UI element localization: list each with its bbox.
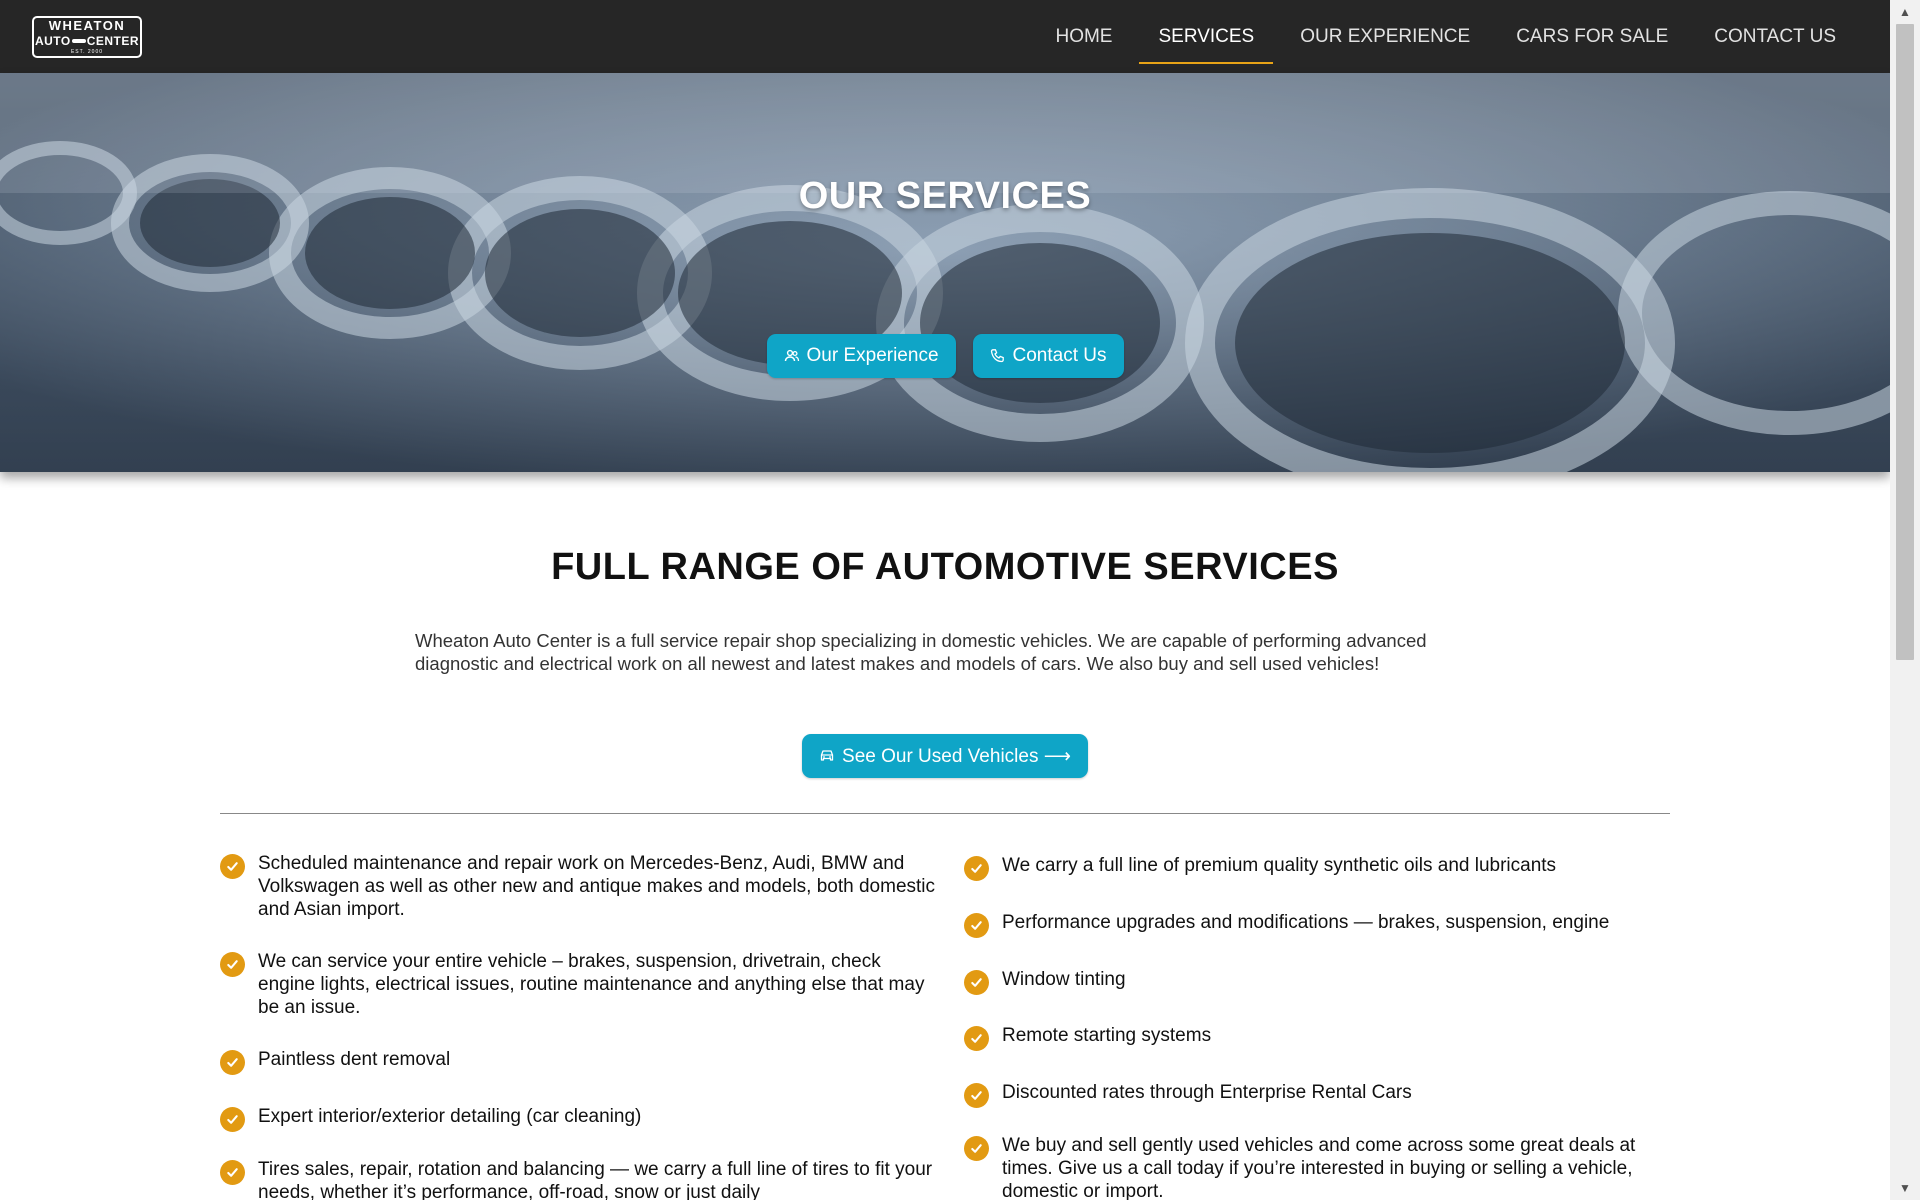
nav-item-our-experience[interactable]: OUR EXPERIENCE	[1281, 0, 1489, 73]
our-experience-button[interactable]: Our Experience	[766, 334, 956, 378]
contact-us-button[interactable]: Contact Us	[972, 334, 1124, 378]
logo-word-auto: AUTO	[34, 33, 71, 48]
service-text: Window tinting	[1002, 969, 1126, 990]
service-text: Scheduled maintenance and repair work on…	[258, 853, 936, 920]
list-item: Performance upgrades and modifications —…	[964, 911, 1684, 938]
list-item: We can service your entire vehicle – bra…	[220, 950, 940, 1019]
cta-wrap: See Our Used Vehicles ⟶	[0, 734, 1890, 778]
logo-line-3: EST. 2000	[70, 48, 104, 55]
main-nav: HOME SERVICES OUR EXPERIENCE CARS FOR SA…	[1028, 0, 1855, 73]
service-text: We can service your entire vehicle – bra…	[258, 951, 925, 1018]
intro-paragraph: Wheaton Auto Center is a full service re…	[415, 630, 1427, 674]
sockets-background-image	[0, 73, 1890, 472]
hero-title: OUR SERVICES	[798, 175, 1092, 217]
phone-icon	[990, 349, 1004, 363]
our-experience-button-label: Our Experience	[806, 345, 939, 366]
see-used-vehicles-button[interactable]: See Our Used Vehicles ⟶	[802, 734, 1088, 778]
page-scrollbar[interactable]: ▲ ▼	[1890, 0, 1920, 1200]
site-header: WHEATON AUTO CENTER EST. 2000 HOME SERVI…	[0, 0, 1890, 73]
people-icon	[784, 349, 799, 362]
wrench-icon	[71, 38, 86, 43]
see-used-vehicles-label: See Our Used Vehicles ⟶	[842, 745, 1071, 767]
logo-word-center: CENTER	[86, 33, 140, 48]
check-circle-icon	[964, 913, 989, 938]
check-circle-icon	[220, 952, 245, 977]
service-text: Performance upgrades and modifications —…	[1002, 912, 1610, 933]
nav-item-cars-for-sale[interactable]: CARS FOR SALE	[1497, 0, 1687, 73]
logo-line-2: AUTO CENTER	[35, 35, 139, 47]
nav-item-services[interactable]: SERVICES	[1139, 0, 1273, 73]
nav-item-home[interactable]: HOME	[1036, 0, 1131, 73]
check-circle-icon	[964, 970, 989, 995]
hero-buttons: Our Experience Contact Us	[0, 334, 1890, 378]
service-text: Remote starting systems	[1002, 1025, 1212, 1046]
check-circle-icon	[220, 854, 245, 879]
section-title: FULL RANGE OF AUTOMOTIVE SERVICES	[551, 546, 1339, 588]
service-text: We buy and sell gently used vehicles and…	[1002, 1135, 1636, 1200]
service-text: Expert interior/exterior detailing (car …	[258, 1106, 642, 1127]
hero-banner: OUR SERVICES Our Experience Contact Us	[0, 73, 1890, 472]
service-text: We carry a full line of premium quality …	[1002, 855, 1557, 876]
check-circle-icon	[220, 1050, 245, 1075]
site-logo[interactable]: WHEATON AUTO CENTER EST. 2000	[32, 15, 142, 58]
scroll-down-arrow-icon[interactable]: ▼	[1890, 1176, 1920, 1200]
check-circle-icon	[964, 1083, 989, 1108]
check-circle-icon	[220, 1160, 245, 1185]
list-item: Scheduled maintenance and repair work on…	[220, 852, 940, 921]
service-text: Tires sales, repair, rotation and balanc…	[258, 1159, 933, 1200]
list-item: Paintless dent removal	[220, 1048, 940, 1075]
list-item: Expert interior/exterior detailing (car …	[220, 1105, 940, 1132]
list-item: We carry a full line of premium quality …	[964, 854, 1684, 881]
check-circle-icon	[964, 1136, 989, 1161]
logo-line-1: WHEATON	[48, 17, 126, 33]
service-text: Paintless dent removal	[258, 1049, 451, 1070]
service-text: Discounted rates through Enterprise Rent…	[1002, 1082, 1412, 1103]
list-item: Tires sales, repair, rotation and balanc…	[220, 1158, 940, 1200]
contact-us-button-label: Contact Us	[1012, 345, 1107, 366]
list-item: Remote starting systems	[964, 1024, 1684, 1051]
section-divider	[220, 813, 1670, 814]
check-circle-icon	[964, 1026, 989, 1051]
list-item: We buy and sell gently used vehicles and…	[964, 1134, 1684, 1200]
check-circle-icon	[964, 856, 989, 881]
list-item: Discounted rates through Enterprise Rent…	[964, 1081, 1684, 1108]
car-icon	[820, 750, 834, 761]
scrollbar-thumb[interactable]	[1896, 24, 1914, 660]
nav-item-contact-us[interactable]: CONTACT US	[1695, 0, 1855, 73]
scroll-up-arrow-icon[interactable]: ▲	[1890, 0, 1920, 24]
list-item: Window tinting	[964, 968, 1684, 995]
check-circle-icon	[220, 1107, 245, 1132]
